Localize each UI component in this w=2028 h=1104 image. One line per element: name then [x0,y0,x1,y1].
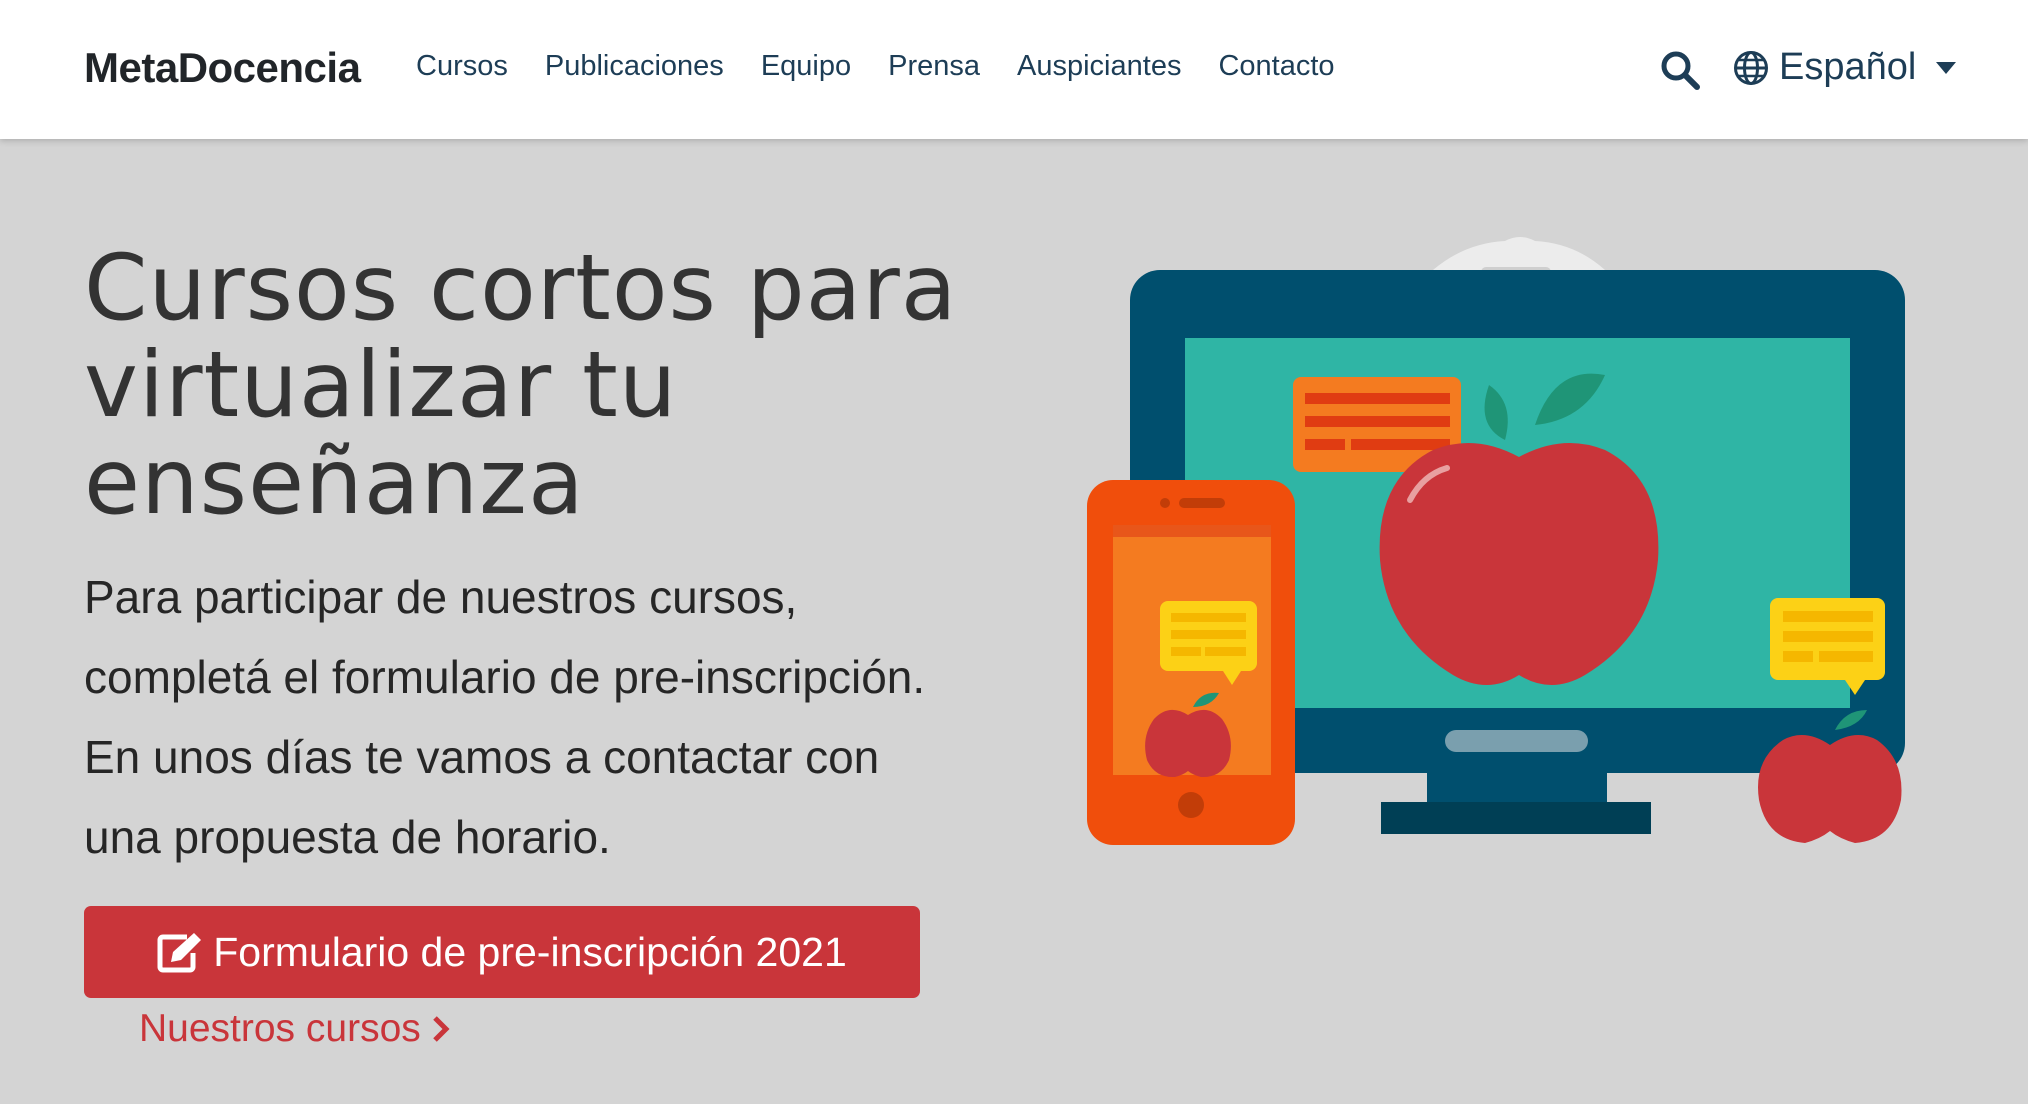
language-dropdown[interactable]: Español [1733,46,1957,89]
chevron-right-icon [432,1016,450,1042]
hero-description: Para participar de nuestros cursos, comp… [84,557,1024,877]
nav-link-cursos[interactable]: Cursos [416,50,508,83]
devices-with-apples-illustration [1087,237,1905,845]
edit-icon [157,933,202,973]
hero-text-line: Para participar de nuestros cursos, [84,571,798,623]
navbar: MetaDocencia Cursos Publicaciones Equipo… [0,0,2028,139]
main-nav: Cursos Publicaciones Equipo Prensa Auspi… [416,50,1372,83]
hero-title: Cursos cortos para virtualizar tu enseña… [84,236,958,535]
pre-registration-form-label: Formulario de pre-inscripción 2021 [213,928,847,975]
our-courses-link[interactable]: Nuestros cursos [139,1007,451,1051]
hero-text-line: En unos días te vamos a contactar con [84,731,880,783]
brand-logo-link[interactable]: MetaDocencia [84,44,361,92]
globe-icon [1734,50,1768,85]
nav-link-auspiciantes[interactable]: Auspiciantes [1017,50,1181,83]
hero-text-line: completá el formulario de pre-inscripció… [84,651,926,703]
nav-link-equipo[interactable]: Equipo [761,50,851,83]
our-courses-label: Nuestros cursos [139,1007,421,1050]
pre-registration-form-button[interactable]: Formulario de pre-inscripción 2021 [84,906,920,998]
language-label: Español [1779,46,1917,88]
nav-link-prensa[interactable]: Prensa [888,50,980,83]
caret-down-icon [1936,61,1957,74]
nav-link-publicaciones[interactable]: Publicaciones [545,50,724,83]
nav-link-contacto[interactable]: Contacto [1218,50,1334,83]
search-button[interactable] [1660,50,1700,90]
hero-text-line: una propuesta de horario. [84,811,611,863]
search-icon [1661,51,1700,90]
